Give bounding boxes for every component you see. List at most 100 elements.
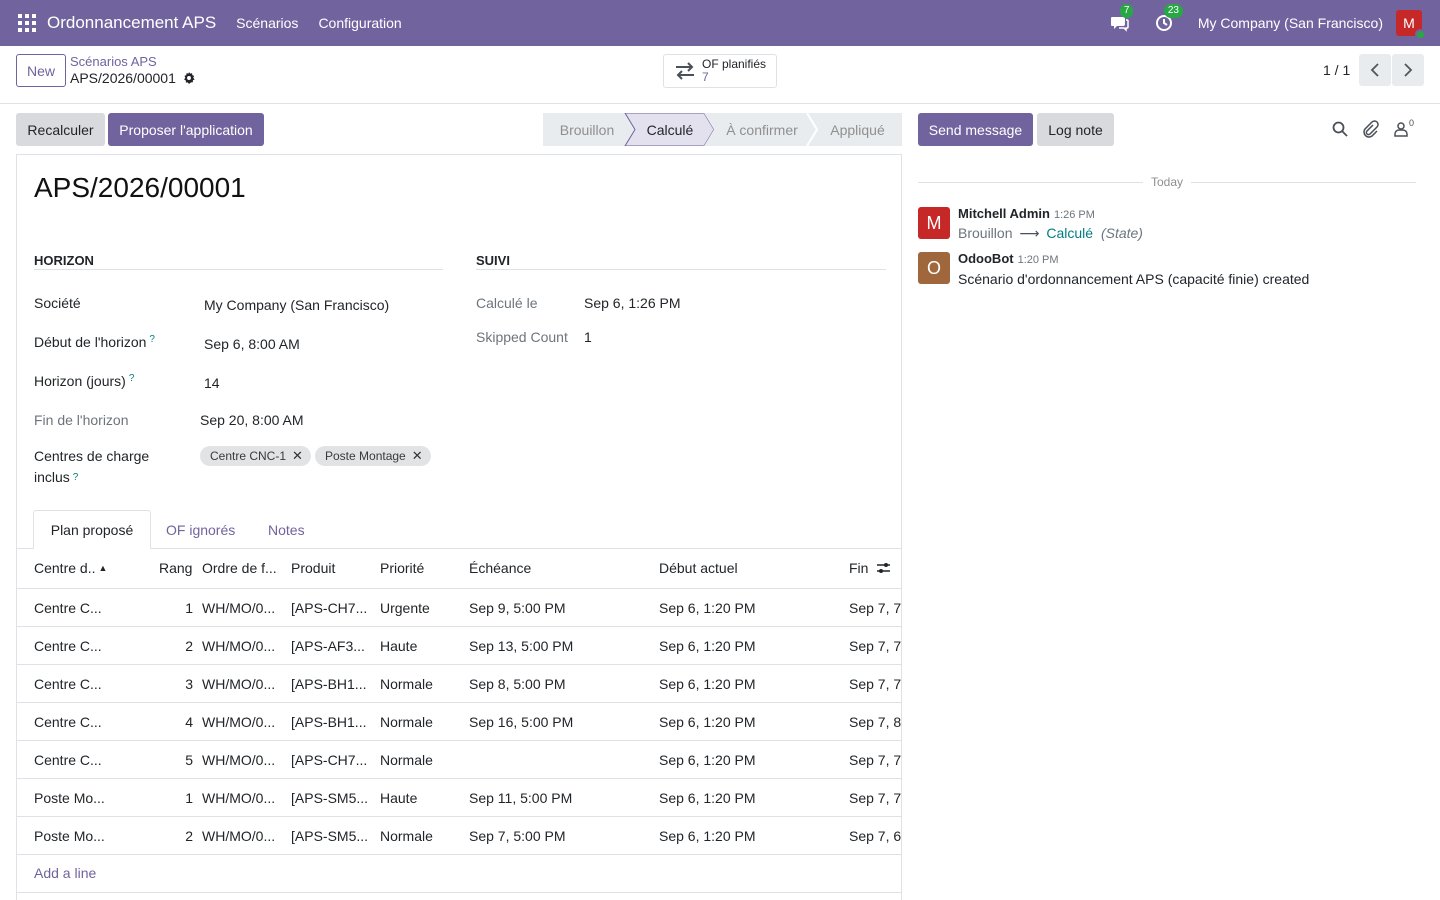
group-title-suivi: SUIVI xyxy=(476,253,510,268)
column-header-echeance[interactable]: Échéance xyxy=(469,560,531,576)
log-note-button[interactable]: Log note xyxy=(1037,113,1114,146)
tag-poste-montage: Poste Montage ✕ xyxy=(315,446,431,466)
recalculate-button[interactable]: Recalculer xyxy=(16,113,105,146)
cell-produit: [APS-BH1... xyxy=(291,714,367,730)
table-row[interactable]: Centre C... 1 WH/MO/0... [APS-CH7... Urgente… xyxy=(17,589,901,627)
cell-echeance: Sep 9, 5:00 PM xyxy=(469,600,566,616)
user-avatar[interactable]: M xyxy=(1396,10,1426,40)
search-icon[interactable] xyxy=(1331,120,1349,138)
column-header-centre[interactable]: Centre d.. ▲ xyxy=(34,560,107,576)
message-author-avatar[interactable]: M xyxy=(918,207,950,239)
stage-applique[interactable]: Appliqué xyxy=(815,113,900,146)
planned-orders-smart-button[interactable]: OF planifiés 7 xyxy=(663,54,777,88)
message-author-avatar[interactable]: O xyxy=(918,252,950,284)
cell-centre: Poste Mo... xyxy=(34,790,105,806)
cell-fin: Sep 7, 7 xyxy=(849,638,902,654)
company-switcher[interactable]: My Company (San Francisco) xyxy=(1198,15,1383,31)
message-time: 1:26 PM xyxy=(1053,209,1095,221)
societe-field[interactable]: My Company (San Francisco) xyxy=(204,297,389,313)
column-header-fin[interactable]: Fin xyxy=(849,560,868,576)
societe-label: Société xyxy=(34,295,81,311)
menu-scenarios[interactable]: Scénarios xyxy=(236,15,298,31)
help-icon[interactable]: ? xyxy=(73,472,79,483)
column-header-produit[interactable]: Produit xyxy=(291,560,335,576)
new-button[interactable]: New xyxy=(16,54,66,87)
tab-plan-propose[interactable]: Plan proposé xyxy=(33,510,151,549)
column-header-debut-actuel[interactable]: Début actuel xyxy=(659,560,738,576)
cell-fin: Sep 7, 7 xyxy=(849,676,902,692)
send-message-button[interactable]: Send message xyxy=(918,113,1033,146)
cell-debut-actuel: Sep 6, 1:20 PM xyxy=(659,752,756,768)
tracking-value-change: Brouillon ⟶ Calculé (State) xyxy=(958,225,1143,242)
optional-columns-toggle-icon[interactable] xyxy=(876,561,891,575)
cell-fin: Sep 7, 7 xyxy=(849,600,902,616)
app-title[interactable]: Ordonnancement APS xyxy=(47,13,216,33)
user-avatar-letter: M xyxy=(1403,15,1415,31)
stage-calcule[interactable]: Calculé xyxy=(631,113,709,146)
tag-centre-cnc: Centre CNC-1 ✕ xyxy=(200,446,311,466)
table-row[interactable]: Poste Mo... 2 WH/MO/0... [APS-SM5... Normale… xyxy=(17,817,901,855)
debut-horizon-field[interactable]: Sep 6, 8:00 AM xyxy=(204,336,300,352)
breadcrumb-scenarios[interactable]: Scénarios APS xyxy=(70,54,157,69)
horizon-jours-field[interactable]: 14 xyxy=(204,375,220,391)
table-row[interactable]: Poste Mo... 1 WH/MO/0... [APS-SM5... Haute Se… xyxy=(17,779,901,817)
group-divider-suivi xyxy=(476,269,886,270)
cell-priorite: Normale xyxy=(380,676,433,692)
pager-next-button[interactable] xyxy=(1392,54,1424,86)
pager-previous-button[interactable] xyxy=(1359,54,1391,86)
date-separator-today: Today xyxy=(1151,175,1184,189)
messages-badge: 7 xyxy=(1119,4,1134,18)
cell-debut-actuel: Sep 6, 1:20 PM xyxy=(659,676,756,692)
author-name[interactable]: Mitchell Admin xyxy=(958,206,1050,221)
column-header-ordre[interactable]: Ordre de f... xyxy=(202,560,277,576)
tab-notes[interactable]: Notes xyxy=(268,510,305,549)
table-row[interactable]: Centre C... 3 WH/MO/0... [APS-BH1... Normale… xyxy=(17,665,901,703)
horizon-jours-label-text: Horizon (jours) xyxy=(34,373,126,389)
propose-application-button[interactable]: Proposer l'application xyxy=(108,113,264,146)
paperclip-icon[interactable] xyxy=(1361,120,1379,138)
gear-icon[interactable] xyxy=(183,72,195,84)
record-name-text: APS/2026/00001 xyxy=(70,70,176,86)
help-icon[interactable]: ? xyxy=(129,373,135,384)
chevron-right-icon xyxy=(1404,63,1413,77)
table-row[interactable]: Centre C... 2 WH/MO/0... [APS-AF3... Haute Se… xyxy=(17,627,901,665)
menu-configuration[interactable]: Configuration xyxy=(318,15,401,31)
cell-echeance: Sep 11, 5:00 PM xyxy=(469,790,573,806)
transfer-arrows-icon xyxy=(676,62,694,80)
horizon-jours-label: Horizon (jours)? xyxy=(34,373,134,389)
fin-horizon-value: Sep 20, 8:00 AM xyxy=(200,412,304,428)
messages-icon[interactable]: 7 xyxy=(1110,4,1134,33)
sort-ascending-icon: ▲ xyxy=(98,563,108,573)
cell-debut-actuel: Sep 6, 1:20 PM xyxy=(659,638,756,654)
remove-tag-icon[interactable]: ✕ xyxy=(292,448,303,464)
table-row[interactable]: Centre C... 5 WH/MO/0... [APS-CH7... Normale… xyxy=(17,741,901,779)
cell-produit: [APS-SM5... xyxy=(291,790,369,806)
cell-produit: [APS-AF3... xyxy=(291,638,365,654)
author-name[interactable]: OdooBot xyxy=(958,251,1014,266)
cell-rang: 2 xyxy=(185,638,193,654)
column-header-rang[interactable]: Rang xyxy=(159,560,192,576)
cell-produit: [APS-CH7... xyxy=(291,752,368,768)
column-header-priorite[interactable]: Priorité xyxy=(380,560,424,576)
record-title[interactable]: APS/2026/00001 xyxy=(34,172,246,204)
message-author: Mitchell Admin 1:26 PM xyxy=(958,206,1095,221)
stage-brouillon[interactable]: Brouillon xyxy=(543,113,631,146)
centres-label-text: Centres de charge inclus xyxy=(34,448,150,485)
tag-label: Centre CNC-1 xyxy=(210,449,287,463)
calcule-le-label: Calculé le xyxy=(476,295,538,311)
statusbar: Brouillon Calculé À confirmer Appliqué xyxy=(543,113,902,146)
tab-of-ignores[interactable]: OF ignorés xyxy=(166,510,235,549)
add-line-link[interactable]: Add a line xyxy=(34,865,96,881)
help-icon[interactable]: ? xyxy=(149,334,155,345)
cell-ordre: WH/MO/0... xyxy=(202,600,276,616)
table-row[interactable]: Centre C... 4 WH/MO/0... [APS-BH1... Normale… xyxy=(17,703,901,741)
stage-a-confirmer[interactable]: À confirmer xyxy=(711,113,813,146)
pager-value[interactable]: 1 / 1 xyxy=(1323,62,1350,78)
apps-menu-icon[interactable] xyxy=(18,14,36,32)
remove-tag-icon[interactable]: ✕ xyxy=(412,448,423,464)
cell-echeance: Sep 16, 5:00 PM xyxy=(469,714,574,730)
cell-echeance: Sep 8, 5:00 PM xyxy=(469,676,566,692)
cell-fin: Sep 7, 8 xyxy=(849,714,902,730)
activities-clock-icon[interactable]: 23 xyxy=(1154,4,1183,33)
message-body: Scénario d'ordonnancement APS (capacité … xyxy=(958,271,1310,287)
